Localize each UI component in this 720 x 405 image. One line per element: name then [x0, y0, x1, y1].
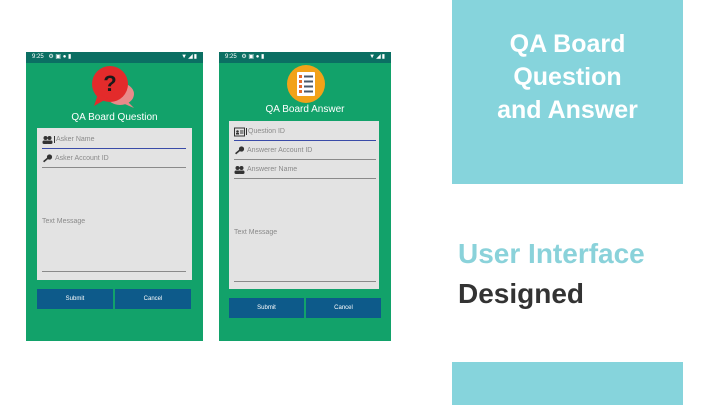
- phone-answer-screen: 9:25 ⚙ ▣ ● ▮ ▼◢▮ QA Board Answer Questio…: [219, 52, 391, 341]
- status-time: 9:25: [225, 54, 237, 60]
- answerer-name-placeholder: Answerer Name: [247, 166, 298, 173]
- cancel-button[interactable]: Cancel: [306, 298, 381, 318]
- answerer-account-id-placeholder: Answerer Account ID: [247, 147, 313, 154]
- cancel-button[interactable]: Cancel: [115, 289, 191, 309]
- status-bar: 9:25 ⚙ ▣ ● ▮ ▼◢▮: [26, 52, 203, 63]
- page-title: QA Board Answer: [265, 104, 345, 115]
- answerer-name-field[interactable]: Answerer Name: [234, 164, 376, 179]
- id-card-icon: [234, 127, 245, 137]
- question-id-field[interactable]: Question ID: [234, 126, 376, 141]
- text-message-label[interactable]: Text Message: [234, 229, 277, 236]
- signal-battery-icon: ▼◢▮: [369, 54, 386, 60]
- question-id-placeholder: Question ID: [246, 128, 285, 135]
- question-bubble-icon: ?: [92, 66, 134, 108]
- submit-button[interactable]: Submit: [37, 289, 113, 309]
- title-line-3: and Answer: [497, 96, 638, 124]
- footer-tile: [452, 362, 683, 405]
- submit-button[interactable]: Submit: [229, 298, 304, 318]
- status-bar: 9:25 ⚙ ▣ ● ▮ ▼◢▮: [219, 52, 391, 63]
- key-icon: [43, 154, 53, 163]
- asker-account-id-field[interactable]: Asker Account ID: [42, 153, 186, 168]
- text-message-underline: [42, 271, 186, 272]
- asker-name-field[interactable]: Asker Name: [42, 134, 186, 149]
- title-line-1: QA Board: [509, 30, 626, 58]
- title-tile: QA Board Question and Answer: [452, 0, 683, 184]
- caption-heading: User Interface: [458, 238, 645, 269]
- text-message-label[interactable]: Text Message: [42, 218, 85, 225]
- key-icon: [235, 146, 245, 155]
- signal-battery-icon: ▼◢▮: [181, 54, 198, 60]
- status-icons: ⚙ ▣ ● ▮: [241, 54, 265, 60]
- svg-text:?: ?: [103, 71, 116, 96]
- asker-name-placeholder: Asker Name: [54, 136, 95, 143]
- status-time: 9:25: [32, 54, 44, 60]
- title-line-2: Question: [513, 63, 622, 91]
- slide-title: QA Board Question and Answer: [452, 28, 683, 127]
- status-icons: ⚙ ▣ ● ▮: [48, 54, 72, 60]
- checklist-icon: [287, 65, 325, 103]
- asker-account-id-placeholder: Asker Account ID: [55, 155, 109, 162]
- person-icon: [42, 136, 53, 144]
- text-message-underline: [234, 281, 376, 282]
- question-form: Asker Name Asker Account ID Text Message: [37, 128, 192, 280]
- answerer-account-id-field[interactable]: Answerer Account ID: [234, 145, 376, 160]
- phone-question-screen: 9:25 ⚙ ▣ ● ▮ ▼◢▮ ? QA Board Question Ask…: [26, 52, 203, 341]
- caption-subheading: Designed: [458, 278, 585, 309]
- person-icon: [234, 166, 245, 174]
- answer-form: Question ID Answerer Account ID Answerer…: [229, 121, 379, 289]
- page-title: QA Board Question: [71, 112, 158, 123]
